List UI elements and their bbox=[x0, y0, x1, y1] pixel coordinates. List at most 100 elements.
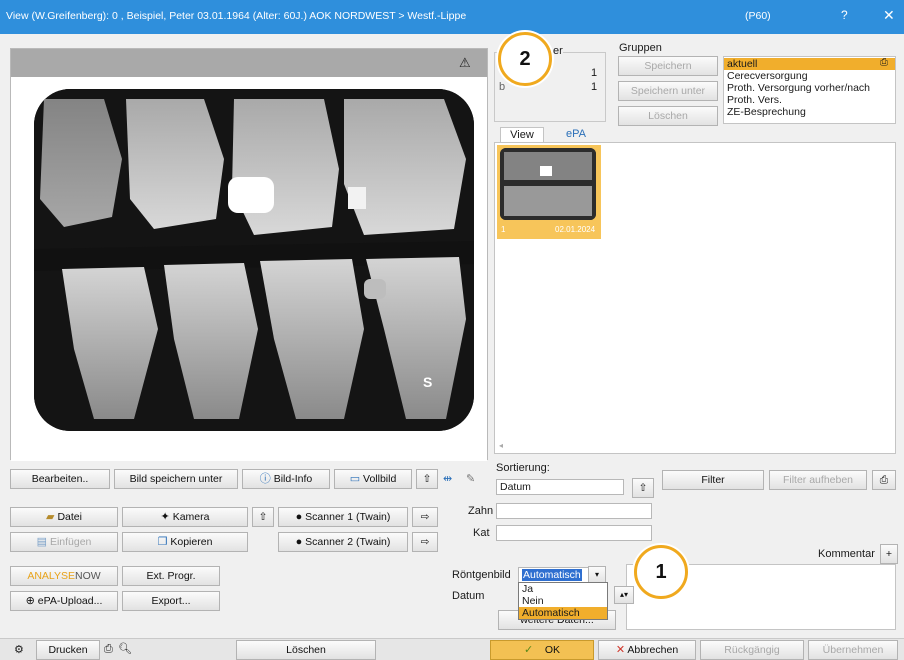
rueckgaengig-button[interactable]: Rückgängig bbox=[700, 640, 804, 660]
bild-speichern-button[interactable]: Bild speichern unter bbox=[114, 469, 238, 489]
warning-icon[interactable]: ⚠ bbox=[459, 55, 471, 71]
datei-button[interactable]: ▰ Datei bbox=[10, 507, 118, 527]
brush-icon[interactable]: ✎ bbox=[466, 472, 475, 485]
gruppen-list[interactable]: aktuell Cerecversorgung Proth. Versorgun… bbox=[723, 56, 896, 124]
settings-icon[interactable]: ⚙ bbox=[14, 643, 24, 656]
scanner2-button[interactable]: ● Scanner 2 (Twain) bbox=[278, 532, 408, 552]
cross-icon: ✕ bbox=[615, 644, 626, 656]
kat-label: Kat bbox=[473, 527, 490, 539]
roentgenbild-value: Automatisch bbox=[522, 569, 582, 581]
camera-icon: ✦ bbox=[160, 511, 170, 523]
thumbnail-date: 02.01.2024 bbox=[555, 225, 596, 234]
side-label: S bbox=[423, 374, 433, 390]
scroll-left-icon[interactable]: ◂ bbox=[499, 441, 503, 450]
sort-direction-button[interactable]: ⇧ bbox=[632, 478, 654, 498]
gruppen-item[interactable]: Cerecversorgung bbox=[724, 70, 895, 82]
dropdown-option[interactable]: Automatisch bbox=[519, 607, 607, 619]
uebernehmen-button[interactable]: Übernehmen bbox=[808, 640, 898, 660]
epa-upload-label: ePA-Upload... bbox=[37, 595, 103, 607]
dropdown-option[interactable]: Nein bbox=[519, 595, 607, 607]
thumbnail-image bbox=[500, 148, 596, 220]
dropdown-option[interactable]: Ja bbox=[519, 583, 607, 595]
zahn-field[interactable] bbox=[496, 503, 652, 519]
gruppen-save-as-button[interactable]: Speichern unter bbox=[618, 81, 718, 101]
scanner1-label: Scanner 1 (Twain) bbox=[305, 511, 391, 523]
help-button[interactable]: ? bbox=[841, 8, 848, 22]
epa-upload-button[interactable]: ⊕ ePA-Upload... bbox=[10, 591, 118, 611]
printer-icon[interactable]: ⎙ bbox=[104, 643, 113, 656]
analysenow-label-a: ANALYSE bbox=[27, 570, 75, 582]
abbrechen-label: Abbrechen bbox=[627, 644, 679, 656]
gruppen-save-button[interactable]: Speichern bbox=[618, 56, 718, 76]
preview-icon[interactable]: 🔍︎ bbox=[118, 642, 132, 655]
vollbild-label: Vollbild bbox=[363, 473, 397, 485]
print-icon[interactable]: ⎙ bbox=[880, 57, 888, 68]
scanner2-arrow-button[interactable]: ⇨ bbox=[412, 532, 438, 552]
datum-label: Datum bbox=[452, 590, 485, 602]
gruppen-item[interactable]: ZE-Besprechung bbox=[724, 106, 895, 118]
gruppen-item[interactable]: aktuell bbox=[724, 58, 895, 70]
gruppen-delete-button[interactable]: Löschen bbox=[618, 106, 718, 126]
gruppen-item[interactable]: Proth. Versorgung vorher/nach bbox=[724, 82, 895, 94]
kat-field[interactable] bbox=[496, 525, 652, 541]
tab-view[interactable]: View bbox=[500, 127, 544, 143]
callout-2: 2 bbox=[498, 32, 552, 86]
ext-progr-button[interactable]: Ext. Progr. bbox=[122, 566, 220, 586]
fullscreen-icon: ▭ bbox=[349, 473, 361, 485]
image-viewer: ⚠ S bbox=[10, 48, 488, 461]
callout-1: 1 bbox=[634, 545, 688, 599]
info-count-2: 1 bbox=[591, 81, 598, 93]
roentgenbild-dropdown-list[interactable]: Ja Nein Automatisch bbox=[518, 582, 608, 620]
datum-spinner[interactable]: ▴▾ bbox=[614, 586, 634, 604]
scanner-icon: ● bbox=[295, 511, 303, 523]
filter-button[interactable]: Filter bbox=[662, 470, 764, 490]
window-code: (P60) bbox=[745, 10, 771, 22]
info-count-1: 1 bbox=[591, 67, 598, 79]
close-button[interactable]: ✕ bbox=[883, 7, 895, 24]
datei-label: Datei bbox=[57, 511, 82, 523]
sortierung-select[interactable]: Datum bbox=[496, 479, 624, 495]
export-button[interactable]: Export... bbox=[122, 591, 220, 611]
folder-icon: ▰ bbox=[46, 511, 55, 523]
loeschen-button[interactable]: Löschen bbox=[236, 640, 376, 660]
bottom-bar: ⚙ Drucken ⎙ 🔍︎ Löschen ✓ OK ✕ Abbrechen … bbox=[0, 638, 904, 660]
kommentar-label: Kommentar bbox=[818, 548, 875, 560]
analysenow-button[interactable]: ANALYSENOW bbox=[10, 566, 118, 586]
scanner1-arrow-button[interactable]: ⇨ bbox=[412, 507, 438, 527]
filter-print-icon[interactable]: ⎙ bbox=[872, 470, 896, 490]
roentgenbild-label: Röntgenbild bbox=[452, 569, 511, 581]
einfuegen-label: Einfügen bbox=[49, 536, 92, 548]
paste-icon: ▤ bbox=[36, 536, 48, 548]
zahn-label: Zahn bbox=[468, 505, 494, 517]
info-label-2: b bbox=[499, 81, 506, 93]
bild-info-button[interactable]: ⓘ Bild-Info bbox=[242, 469, 330, 489]
link-icon[interactable]: ⇹ bbox=[443, 472, 452, 485]
upload-icon: ⊕ bbox=[25, 595, 35, 607]
bearbeiten-button[interactable]: Bearbeiten.. bbox=[10, 469, 110, 489]
kamera-button[interactable]: ✦ Kamera bbox=[122, 507, 248, 527]
info-icon: ⓘ bbox=[259, 473, 271, 485]
abbrechen-button[interactable]: ✕ Abbrechen bbox=[598, 640, 696, 660]
vollbild-button[interactable]: ▭ Vollbild bbox=[334, 469, 412, 489]
filter-aufheben-button[interactable]: Filter aufheben bbox=[769, 470, 867, 490]
kamera-up-button[interactable]: ⇧ bbox=[252, 507, 274, 527]
up-arrow-button[interactable]: ⇧ bbox=[416, 469, 438, 489]
scanner-icon: ● bbox=[295, 536, 303, 548]
kamera-label: Kamera bbox=[172, 511, 210, 523]
ok-label: OK bbox=[544, 644, 561, 656]
thumbnail-item[interactable]: 1 02.01.2024 bbox=[497, 145, 601, 239]
ok-button[interactable]: ✓ OK bbox=[490, 640, 594, 660]
scanner1-button[interactable]: ● Scanner 1 (Twain) bbox=[278, 507, 408, 527]
bild-info-label: Bild-Info bbox=[273, 473, 313, 485]
drucken-button[interactable]: Drucken bbox=[36, 640, 100, 660]
info-header: er bbox=[553, 45, 563, 57]
viewer-top-strip bbox=[11, 49, 487, 77]
window-title: View (W.Greifenberg): 0 , Beispiel, Pete… bbox=[6, 10, 467, 22]
kommentar-add-button[interactable]: + bbox=[880, 544, 898, 564]
einfuegen-button[interactable]: ▤ Einfügen bbox=[10, 532, 118, 552]
kopieren-button[interactable]: ❐ Kopieren bbox=[122, 532, 248, 552]
analysenow-label-b: NOW bbox=[75, 570, 101, 582]
thumbnail-index: 1 bbox=[501, 225, 506, 234]
tab-epa[interactable]: ePA bbox=[556, 127, 596, 143]
gruppen-item[interactable]: Proth. Vers. bbox=[724, 94, 895, 106]
